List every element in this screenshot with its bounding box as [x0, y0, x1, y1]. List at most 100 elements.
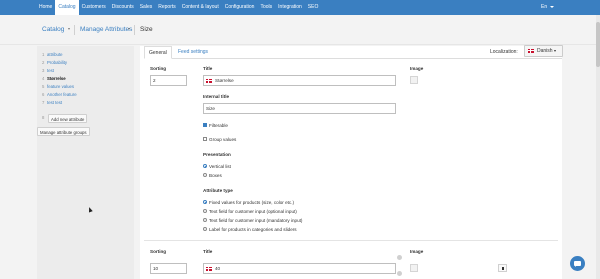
nav-item-configuration[interactable]: Configuration [222, 0, 258, 15]
radio-unselected-icon [203, 173, 207, 178]
breadcrumb-catalog[interactable]: Catalog [42, 25, 64, 35]
breadcrumb: Catalog Manage Attributes Size [0, 15, 600, 45]
help-icon[interactable] [397, 255, 402, 260]
nav-item-catalog[interactable]: Catalog [55, 0, 79, 15]
image-upload-button[interactable] [410, 76, 418, 84]
chevron-down-icon[interactable] [128, 28, 130, 30]
editor-tabs: General Feed settings Localization: Dani… [144, 45, 563, 59]
attribute-editor: General Feed settings Localization: Dani… [140, 45, 563, 279]
value-image-label: Image [410, 249, 424, 254]
danish-flag-icon [206, 266, 212, 271]
image-label: Image [410, 66, 424, 71]
language-selector[interactable]: En [541, 0, 555, 15]
attribute-list-item[interactable]: 1 attribute [42, 51, 77, 59]
title-value: Størrelse [215, 78, 234, 83]
filterable-label: Filterable [209, 123, 228, 128]
nav-item-tools[interactable]: Tools [257, 0, 275, 15]
attribute-type-option-label: Text field for customer input (mandatory… [209, 218, 303, 223]
checkbox-checked-icon [203, 123, 207, 128]
caret-down-icon [550, 5, 555, 8]
nav-item-home[interactable]: Home [36, 0, 55, 15]
top-nav-items: Home Catalog Customers Discounts Sales R… [36, 0, 321, 15]
presentation-option-label: Vertical list [209, 164, 231, 169]
radio-selected-icon [203, 164, 207, 169]
localization-select[interactable]: Danish ▾ [524, 45, 563, 57]
attribute-list-item[interactable]: 5 feature values [42, 83, 77, 91]
help-icon[interactable] [397, 271, 402, 276]
nav-item-sales[interactable]: Sales [137, 0, 156, 15]
group-values-checkbox[interactable]: Group values [203, 137, 236, 143]
checkbox-unchecked-icon [203, 137, 207, 142]
presentation-vertical-list-radio[interactable]: Vertical list [203, 164, 231, 170]
localization-label: Localization: [490, 49, 518, 55]
internal-title-label: Internal title [203, 94, 230, 99]
nav-item-customers[interactable]: Customers [79, 0, 109, 15]
sorting-label: Sorting [150, 66, 167, 71]
presentation-option-label: Boxes [209, 173, 222, 178]
scrollbar-thumb[interactable] [596, 22, 600, 67]
delete-value-button[interactable] [498, 264, 507, 272]
presentation-label: Presentation [203, 152, 231, 157]
attribute-link[interactable]: feature values [47, 84, 74, 89]
attribute-type-option-label: Fixed values for products (size, color e… [209, 200, 295, 205]
section-divider [144, 240, 558, 241]
breadcrumb-divider [134, 25, 135, 35]
caret-down-icon: ▾ [553, 48, 556, 53]
presentation-boxes-radio[interactable]: Boxes [203, 173, 222, 179]
attribute-list-item[interactable]: 3 test [42, 67, 77, 75]
radio-selected-icon [203, 200, 207, 205]
attribute-number: 8 [42, 115, 45, 120]
top-navigation: Home Catalog Customers Discounts Sales R… [0, 0, 600, 15]
attribute-link[interactable]: attribute [47, 52, 63, 57]
attribute-type-option-label: Label for products in categories and sli… [209, 227, 297, 232]
radio-unselected-icon [203, 227, 207, 232]
attribute-type-fixed-values-radio[interactable]: Fixed values for products (size, color e… [203, 200, 294, 206]
nav-item-discounts[interactable]: Discounts [109, 0, 137, 15]
title-label: Title [203, 66, 213, 71]
nav-item-seo[interactable]: SEO [305, 0, 322, 15]
internal-title-input[interactable]: Size [203, 103, 396, 114]
attribute-link[interactable]: Størrelse [47, 76, 66, 81]
danish-flag-icon [206, 78, 212, 83]
attribute-type-label-radio[interactable]: Label for products in categories and sli… [203, 227, 297, 233]
attribute-sidebar: 1 attribute 2 Probability 3 test 4 Størrelse… [37, 46, 134, 279]
attribute-type-option-label: Text field for customer input (optional … [209, 209, 297, 214]
title-input[interactable]: Størrelse [203, 75, 396, 86]
add-attribute-row: 8 [42, 114, 47, 122]
radio-unselected-icon [203, 209, 207, 214]
attribute-list-item[interactable]: 7 test test [42, 99, 77, 107]
attribute-list-item[interactable]: 6 Another feature [42, 91, 77, 99]
nav-item-integration[interactable]: Integration [275, 0, 305, 15]
attribute-link[interactable]: test [47, 68, 54, 73]
nav-item-reports[interactable]: Reports [155, 0, 179, 15]
tab-feed-settings[interactable]: Feed settings [174, 46, 212, 59]
radio-unselected-icon [203, 218, 207, 223]
value-title-label: Title [203, 249, 213, 254]
breadcrumb-current: Size [140, 26, 153, 33]
chat-bubble-icon[interactable] [570, 256, 585, 271]
attribute-link[interactable]: Another feature [47, 92, 77, 97]
group-values-label: Group values [209, 137, 237, 142]
filterable-checkbox[interactable]: Filterable [203, 123, 228, 129]
attribute-list-item[interactable]: 2 Probability [42, 59, 77, 67]
chevron-down-icon[interactable] [68, 28, 70, 30]
attribute-type-mandatory-input-radio[interactable]: Text field for customer input (mandatory… [203, 218, 302, 224]
attribute-type-label: Attribute type [203, 188, 233, 193]
value-title-input[interactable]: 40 [203, 263, 396, 274]
attribute-list: 1 attribute 2 Probability 3 test 4 Størrelse… [42, 51, 77, 107]
attribute-link[interactable]: Probability [47, 60, 67, 65]
nav-item-content-layout[interactable]: Content & layout [179, 0, 222, 15]
value-image-upload-button[interactable] [410, 264, 418, 272]
attribute-type-optional-input-radio[interactable]: Text field for customer input (optional … [203, 209, 297, 215]
tab-general[interactable]: General [144, 46, 172, 59]
localization-value: Danish [537, 48, 553, 54]
add-new-attribute-button[interactable]: Add new attribute [48, 114, 88, 123]
language-label: En [541, 4, 548, 10]
attribute-link[interactable]: test test [47, 100, 62, 105]
attribute-list-item-selected[interactable]: 4 Størrelse [42, 75, 77, 83]
sorting-input[interactable]: 2 [150, 75, 187, 86]
manage-attribute-groups-button[interactable]: Manage attribute groups [37, 127, 90, 136]
value-sorting-input[interactable]: 10 [150, 263, 187, 274]
breadcrumb-manage-attributes[interactable]: Manage Attributes [80, 25, 132, 35]
value-title-value: 40 [215, 266, 221, 271]
